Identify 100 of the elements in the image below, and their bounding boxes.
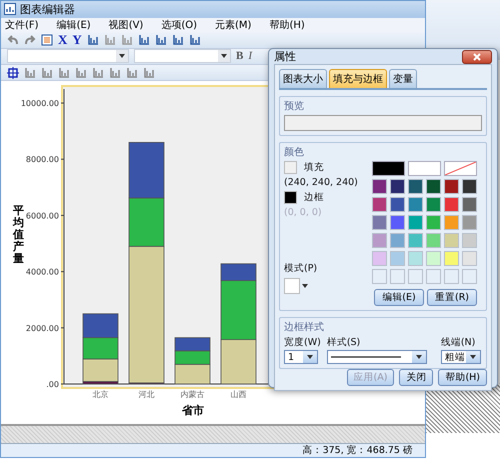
color-swatch[interactable] bbox=[426, 215, 441, 230]
chart-icon[interactable] bbox=[41, 66, 53, 79]
redo-icon[interactable] bbox=[24, 34, 36, 46]
tab[interactable]: 填充与边框 bbox=[329, 69, 387, 88]
color-swatch[interactable] bbox=[372, 251, 387, 266]
chart-icon[interactable] bbox=[154, 34, 167, 46]
menu-item[interactable]: 选项(O) bbox=[161, 18, 198, 32]
palette-button[interactable]: 编辑(E) bbox=[374, 289, 424, 306]
line-style-select[interactable] bbox=[326, 350, 427, 364]
chart-icon[interactable] bbox=[86, 34, 99, 46]
fill-swatch[interactable] bbox=[284, 161, 297, 174]
chart-icon[interactable] bbox=[143, 66, 155, 79]
chart-icon[interactable] bbox=[58, 66, 70, 79]
empty-swatch[interactable] bbox=[390, 269, 405, 284]
empty-swatch[interactable] bbox=[462, 269, 477, 284]
width-select[interactable]: 1 bbox=[284, 350, 318, 364]
menu-item[interactable]: 帮助(H) bbox=[269, 18, 305, 32]
bar-segment bbox=[220, 339, 256, 384]
chart-icon[interactable] bbox=[109, 66, 121, 79]
color-swatch[interactable] bbox=[390, 233, 405, 248]
close-button[interactable] bbox=[462, 50, 492, 64]
bar-segment bbox=[174, 350, 210, 365]
menu-item[interactable]: 编辑(E) bbox=[56, 18, 91, 32]
chart-icon[interactable] bbox=[75, 66, 87, 79]
no-color-swatch[interactable] bbox=[444, 161, 477, 176]
chart-icon[interactable] bbox=[188, 34, 201, 46]
chart-icon[interactable] bbox=[126, 66, 138, 79]
color-swatch[interactable] bbox=[426, 251, 441, 266]
color-swatch[interactable] bbox=[462, 215, 477, 230]
axis-button[interactable]: Y bbox=[72, 32, 82, 48]
bold-button[interactable]: B bbox=[236, 50, 244, 62]
color-swatch[interactable] bbox=[426, 197, 441, 212]
empty-swatch[interactable] bbox=[372, 269, 387, 284]
color-swatch[interactable] bbox=[408, 233, 423, 248]
chart-icon[interactable] bbox=[172, 34, 184, 46]
pattern-swatch[interactable] bbox=[284, 278, 300, 294]
color-swatch[interactable] bbox=[444, 179, 459, 194]
dialog-button[interactable]: 关闭 bbox=[399, 369, 434, 386]
menu-item[interactable]: 文件(F) bbox=[5, 18, 39, 32]
style-label: 样式(S) bbox=[326, 336, 362, 349]
color-swatch[interactable] bbox=[372, 215, 387, 230]
border-label: 边框 bbox=[304, 191, 324, 204]
fill-label: 填充 bbox=[304, 161, 324, 174]
color-swatch[interactable] bbox=[372, 197, 387, 212]
palette-button[interactable]: 重置(R) bbox=[427, 289, 477, 306]
chart-icon[interactable] bbox=[104, 34, 116, 46]
color-swatch[interactable] bbox=[426, 233, 441, 248]
undo-icon[interactable] bbox=[7, 34, 19, 46]
list-icon[interactable] bbox=[41, 34, 53, 46]
app-icon bbox=[4, 3, 16, 16]
color-swatch[interactable] bbox=[408, 197, 423, 212]
color-swatch[interactable] bbox=[444, 233, 459, 248]
axis-button[interactable]: X bbox=[58, 32, 68, 48]
color-swatch[interactable] bbox=[408, 161, 441, 176]
color-swatch[interactable] bbox=[444, 251, 459, 266]
chart-icon[interactable] bbox=[92, 66, 104, 79]
empty-swatch[interactable] bbox=[444, 269, 459, 284]
y-axis-title: 平均值产量 bbox=[13, 205, 24, 266]
color-swatch[interactable] bbox=[444, 197, 459, 212]
y-tick-label: 6000.00 bbox=[26, 212, 59, 220]
menu-item[interactable]: 元素(M) bbox=[215, 18, 252, 32]
color-swatch[interactable] bbox=[408, 179, 423, 194]
line-end-select[interactable]: 粗端 bbox=[440, 350, 481, 364]
color-swatch[interactable] bbox=[426, 179, 441, 194]
x-tick-label: 北京 bbox=[92, 390, 108, 400]
tab[interactable]: 变量 bbox=[389, 69, 417, 88]
bar-segment bbox=[128, 142, 164, 198]
x-tick-label: 内蒙古 bbox=[180, 390, 204, 400]
tab[interactable]: 图表大小 bbox=[279, 69, 327, 88]
bar-segment bbox=[174, 364, 210, 384]
color-swatch[interactable] bbox=[462, 197, 477, 212]
y-tick-label: 4000.00 bbox=[26, 268, 59, 277]
crosshair-icon[interactable] bbox=[7, 66, 19, 79]
caret-icon bbox=[302, 284, 308, 288]
color-swatch[interactable] bbox=[390, 197, 405, 212]
color-swatch[interactable] bbox=[372, 179, 387, 194]
color-swatch[interactable] bbox=[372, 161, 405, 176]
close-icon bbox=[473, 52, 481, 60]
caret-icon bbox=[470, 355, 476, 359]
color-swatch[interactable] bbox=[444, 215, 459, 230]
color-swatch[interactable] bbox=[462, 251, 477, 266]
menu-item[interactable]: 视图(V) bbox=[108, 18, 144, 32]
caret-icon bbox=[416, 355, 422, 359]
color-swatch[interactable] bbox=[390, 251, 405, 266]
color-swatch[interactable] bbox=[462, 179, 477, 194]
color-swatch[interactable] bbox=[372, 233, 387, 248]
italic-button[interactable]: I bbox=[248, 50, 252, 62]
dialog-button[interactable]: 帮助(H) bbox=[438, 369, 487, 386]
group-title: 预览 bbox=[284, 100, 305, 113]
chart-icon[interactable] bbox=[138, 34, 150, 46]
color-swatch[interactable] bbox=[408, 215, 423, 230]
color-swatch[interactable] bbox=[390, 215, 405, 230]
empty-swatch[interactable] bbox=[408, 269, 423, 284]
color-swatch[interactable] bbox=[408, 251, 423, 266]
border-value: (0, 0, 0) bbox=[284, 207, 323, 218]
color-swatch[interactable] bbox=[390, 179, 405, 194]
color-swatch[interactable] bbox=[462, 233, 477, 248]
chart-icon[interactable] bbox=[120, 34, 133, 46]
empty-swatch[interactable] bbox=[426, 269, 441, 284]
chart-icon[interactable] bbox=[24, 66, 36, 79]
